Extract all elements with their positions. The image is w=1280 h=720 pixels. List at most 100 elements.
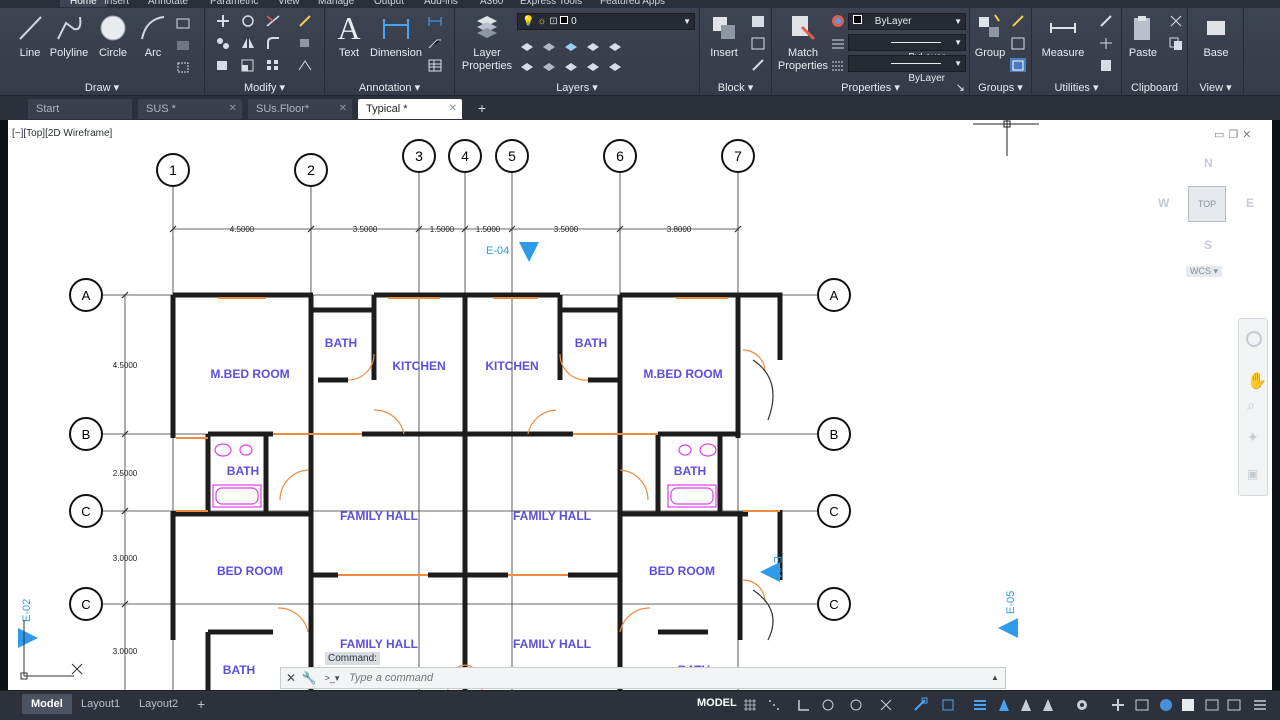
restore-icon[interactable]: ❐ (1228, 129, 1242, 141)
ribbon-tab-manage[interactable]: Manage (318, 0, 354, 7)
layers-panel-title[interactable]: Layers ▾ (455, 81, 699, 94)
ribbon-tab-add-ins[interactable]: Add-ins (424, 0, 458, 7)
grid-toggle-icon[interactable] (742, 697, 758, 713)
arc-button[interactable]: Arc (136, 13, 170, 60)
ribbon-tab-featured-apps[interactable]: Featured Apps (600, 0, 665, 7)
linear-dim-icon[interactable] (427, 14, 443, 28)
circle-button[interactable]: Circle (95, 13, 131, 60)
groups-panel-title[interactable]: Groups ▾ (970, 81, 1031, 94)
fillet-icon[interactable] (265, 36, 281, 50)
layer-match-icon[interactable] (519, 58, 535, 72)
viewcube-west[interactable]: W (1158, 196, 1169, 210)
add-icon[interactable] (1110, 697, 1126, 713)
command-prompt-icon[interactable]: >_▾ (321, 670, 343, 686)
layer-properties-button[interactable]: Layer Properties (461, 13, 513, 73)
layer-delete-icon[interactable] (607, 58, 623, 72)
layer-dropdown[interactable]: 💡 ☼ ⊡ 0 ▼ (517, 13, 695, 30)
linetype-icon[interactable] (830, 58, 846, 72)
layer-merge-icon[interactable] (585, 58, 601, 72)
layer-lock-icon[interactable] (607, 38, 623, 52)
layer-walk-icon[interactable] (563, 58, 579, 72)
ribbon-tab-annotate[interactable]: Annotate (148, 0, 188, 7)
modify-panel-title[interactable]: Modify ▾ (205, 81, 324, 94)
isolate-objects-icon[interactable] (1158, 697, 1174, 713)
table-icon[interactable] (427, 58, 443, 72)
clean-screen-icon[interactable] (1204, 697, 1220, 713)
ribbon-tab-insert[interactable]: Insert (104, 0, 129, 7)
line-button[interactable]: Line (12, 13, 48, 60)
add-layout-button[interactable]: + (188, 694, 214, 714)
viewcube-east[interactable]: E (1246, 196, 1254, 210)
close-icon[interactable]: ✕ (1242, 129, 1255, 141)
layer-previous-icon[interactable] (541, 58, 557, 72)
osnap-tracking-icon[interactable] (878, 697, 894, 713)
annotation-scale-icon[interactable] (996, 697, 1012, 713)
polar-toggle-icon[interactable] (820, 697, 836, 713)
calculator-icon[interactable] (1098, 58, 1114, 72)
chevron-up-icon[interactable]: ▲ (987, 670, 1003, 686)
group-edit-icon[interactable] (1010, 36, 1026, 50)
rotate-icon[interactable] (240, 14, 256, 28)
properties-panel-title[interactable]: Properties ▾ ↘ (772, 81, 969, 94)
annotation-visibility-icon[interactable] (1018, 697, 1034, 713)
ribbon-tab-express-tools[interactable]: Express Tools (520, 0, 582, 7)
ribbon-tab-a360[interactable]: A360 (480, 0, 503, 7)
wcs-dropdown[interactable]: WCS ▾ (1186, 266, 1223, 277)
zoom-extents-icon[interactable]: ⌕ (1247, 397, 1255, 414)
customization-menu-icon[interactable] (1252, 697, 1268, 713)
fullscreen-icon[interactable] (1226, 697, 1242, 713)
minimize-icon[interactable]: ▭ (1214, 129, 1228, 141)
viewcube-south[interactable]: S (1204, 238, 1212, 252)
steering-wheel-icon[interactable] (1246, 331, 1262, 347)
clipboard-panel-title[interactable]: Clipboard (1122, 82, 1187, 94)
erase-icon[interactable] (297, 14, 313, 28)
annotation-panel-title[interactable]: Annotation ▾ (325, 81, 454, 94)
stretch-icon[interactable] (215, 58, 231, 72)
viewcube-top-face[interactable]: TOP (1188, 186, 1226, 222)
leader-icon[interactable] (427, 36, 443, 50)
quick-select-icon[interactable] (1098, 14, 1114, 28)
group-button[interactable]: Group (972, 13, 1008, 60)
model-space-toggle[interactable]: MODEL (697, 697, 737, 709)
dimension-button[interactable]: Dimension (367, 13, 425, 60)
close-icon[interactable]: ✕ (449, 99, 457, 119)
array-icon[interactable] (265, 58, 281, 72)
lineweight-dropdown[interactable]: ByLayer ▼ (848, 55, 966, 84)
layer-unisolate-icon[interactable] (541, 38, 557, 52)
lineweight-toggle-icon[interactable] (940, 697, 956, 713)
text-button[interactable]: A Text (333, 12, 365, 60)
tab-layout2[interactable]: Layout2 (130, 694, 187, 714)
doc-tab-start[interactable]: Start (28, 99, 132, 119)
wrench-icon[interactable]: 🔧 (301, 670, 317, 686)
lineweight-icon[interactable] (830, 36, 846, 50)
rectangle-icon[interactable] (175, 16, 191, 30)
color-wheel-icon[interactable] (830, 14, 846, 28)
doc-tab-typical[interactable]: Typical * ✕ (358, 99, 462, 119)
close-icon[interactable]: ✕ (283, 670, 299, 686)
layer-off-icon[interactable] (585, 38, 601, 52)
paste-button[interactable]: Paste (1124, 13, 1162, 60)
command-input[interactable] (349, 670, 949, 686)
offset-icon[interactable] (297, 58, 313, 72)
ribbon-tab-view[interactable]: View (278, 0, 300, 7)
edit-block-icon[interactable] (750, 36, 766, 50)
explode-icon[interactable] (297, 36, 313, 50)
ribbon-tab-output[interactable]: Output (374, 0, 404, 7)
orbit-icon[interactable]: ✦ (1247, 429, 1259, 446)
ribbon-tab-home[interactable]: Home (60, 0, 107, 7)
hardware-acceleration-icon[interactable] (1180, 697, 1196, 713)
scale-icon[interactable] (240, 58, 256, 72)
utilities-panel-title[interactable]: Utilities ▾ (1032, 81, 1121, 94)
drawing-canvas[interactable]: [−][Top][2D Wireframe] 1 2 3 4 5 6 7 A B… (8, 120, 1272, 690)
copy-icon[interactable] (215, 36, 231, 50)
layer-isolate-icon[interactable] (519, 38, 535, 52)
boundary-icon[interactable] (175, 60, 191, 74)
close-icon[interactable]: ✕ (229, 99, 237, 119)
snap-toggle-icon[interactable] (766, 697, 782, 713)
osnap-icon[interactable] (912, 697, 928, 713)
doc-tab-sus[interactable]: SUS * ✕ (138, 99, 242, 119)
transparency-icon[interactable] (972, 697, 988, 713)
color-dropdown[interactable]: ByLayer ▼ (848, 13, 966, 30)
move-icon[interactable] (215, 14, 231, 28)
hatch-icon[interactable] (175, 38, 191, 52)
